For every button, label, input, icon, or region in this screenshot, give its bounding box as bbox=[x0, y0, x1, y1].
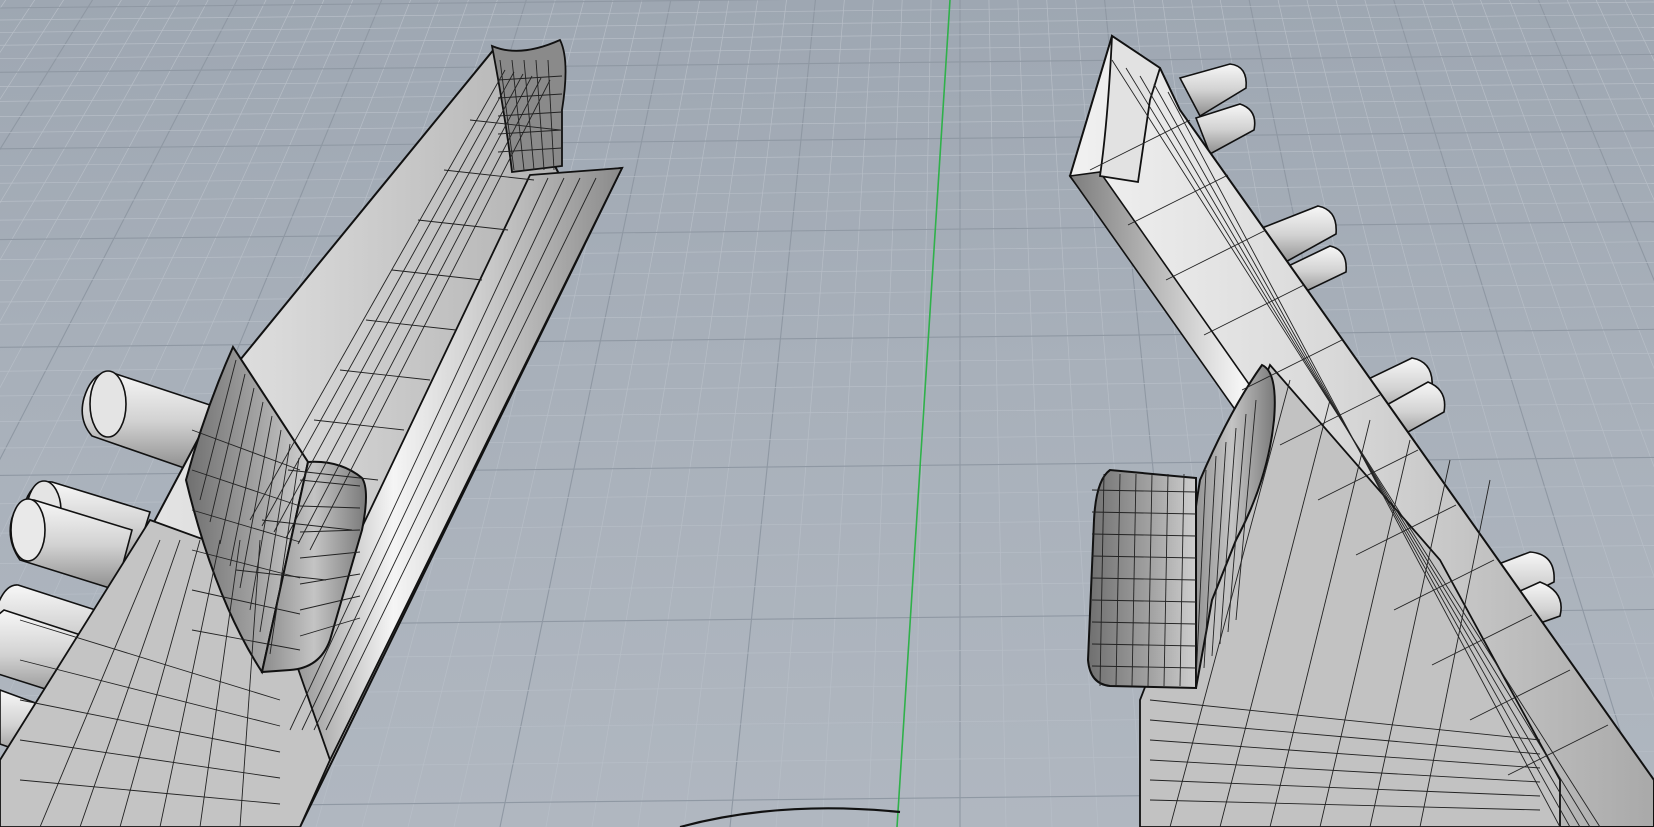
left-bracket[interactable] bbox=[0, 38, 624, 827]
bottom-object-edge bbox=[679, 807, 901, 827]
perspective-viewport[interactable] bbox=[0, 0, 1654, 827]
right-bracket[interactable] bbox=[1068, 34, 1654, 827]
model-scene[interactable] bbox=[0, 0, 1654, 827]
